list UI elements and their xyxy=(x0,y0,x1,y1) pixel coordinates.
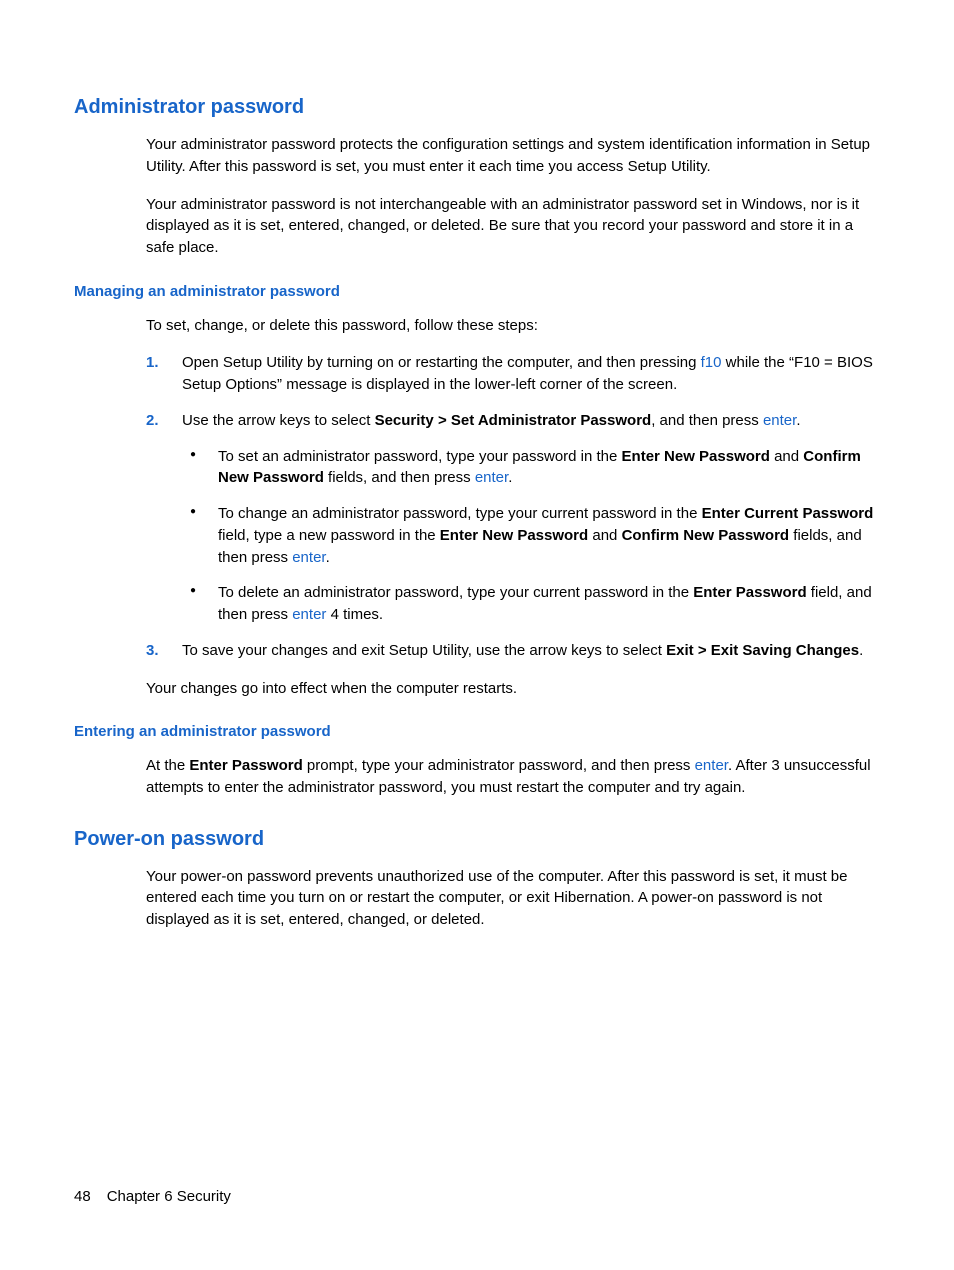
key-enter: enter xyxy=(475,469,508,486)
text: . xyxy=(859,642,863,659)
text: 4 times. xyxy=(326,606,383,623)
paragraph: Your power-on password prevents unauthor… xyxy=(146,866,884,931)
key-f10: f10 xyxy=(701,354,722,371)
page-number: 48 xyxy=(74,1188,91,1205)
list-item: To delete an administrator password, typ… xyxy=(218,582,884,626)
text: , and then press xyxy=(651,412,763,429)
text: and xyxy=(588,527,621,544)
text: and xyxy=(770,448,803,465)
text: . xyxy=(326,549,330,566)
bullet-list: To set an administrator password, type y… xyxy=(182,446,884,626)
paragraph: To set, change, or delete this password,… xyxy=(146,315,884,337)
heading-managing-admin-password: Managing an administrator password xyxy=(74,281,884,303)
heading-entering-admin-password: Entering an administrator password xyxy=(74,721,884,743)
bold-text: Enter Current Password xyxy=(702,505,874,522)
text: To set an administrator password, type y… xyxy=(218,448,622,465)
text: . xyxy=(796,412,800,429)
bold-text: Confirm New Password xyxy=(622,527,790,544)
key-enter: enter xyxy=(292,549,325,566)
bold-text: Enter Password xyxy=(693,584,806,601)
text: fields, and then press xyxy=(324,469,475,486)
text: field, type a new password in the xyxy=(218,527,440,544)
chapter-label: Chapter 6 Security xyxy=(107,1188,231,1205)
text: To save your changes and exit Setup Util… xyxy=(182,642,666,659)
ordered-steps: Open Setup Utility by turning on or rest… xyxy=(74,352,884,661)
text: Use the arrow keys to select xyxy=(182,412,375,429)
paragraph: At the Enter Password prompt, type your … xyxy=(146,755,884,799)
section-body: At the Enter Password prompt, type your … xyxy=(146,755,884,799)
paragraph: Your administrator password protects the… xyxy=(146,134,884,178)
section-body: Your changes go into effect when the com… xyxy=(146,678,884,700)
step-1: Open Setup Utility by turning on or rest… xyxy=(182,352,884,396)
bold-text: Enter New Password xyxy=(622,448,770,465)
section-body: Your power-on password prevents unauthor… xyxy=(146,866,884,931)
paragraph: Your changes go into effect when the com… xyxy=(146,678,884,700)
bold-text: Enter Password xyxy=(189,757,302,774)
page-content: Administrator password Your administrato… xyxy=(0,0,954,931)
text: To change an administrator password, typ… xyxy=(218,505,702,522)
text: . xyxy=(508,469,512,486)
page-footer: 48 Chapter 6 Security xyxy=(74,1186,231,1208)
bold-text: Enter New Password xyxy=(440,527,588,544)
list-item: To change an administrator password, typ… xyxy=(218,503,884,568)
key-enter: enter xyxy=(763,412,796,429)
bold-text: Exit > Exit Saving Changes xyxy=(666,642,859,659)
text: To delete an administrator password, typ… xyxy=(218,584,693,601)
bold-text: Security > Set Administrator Password xyxy=(375,412,652,429)
list-item: To set an administrator password, type y… xyxy=(218,446,884,490)
section-body: Your administrator password protects the… xyxy=(146,134,884,259)
text: At the xyxy=(146,757,189,774)
key-enter: enter xyxy=(292,606,326,623)
step-2: Use the arrow keys to select Security > … xyxy=(182,410,884,626)
text: Open Setup Utility by turning on or rest… xyxy=(182,354,701,371)
step-3: To save your changes and exit Setup Util… xyxy=(182,640,884,662)
paragraph: Your administrator password is not inter… xyxy=(146,194,884,259)
key-enter: enter xyxy=(695,757,728,774)
heading-administrator-password: Administrator password xyxy=(74,93,884,122)
text: prompt, type your administrator password… xyxy=(303,757,695,774)
heading-power-on-password: Power-on password xyxy=(74,825,884,854)
section-body: To set, change, or delete this password,… xyxy=(146,315,884,337)
